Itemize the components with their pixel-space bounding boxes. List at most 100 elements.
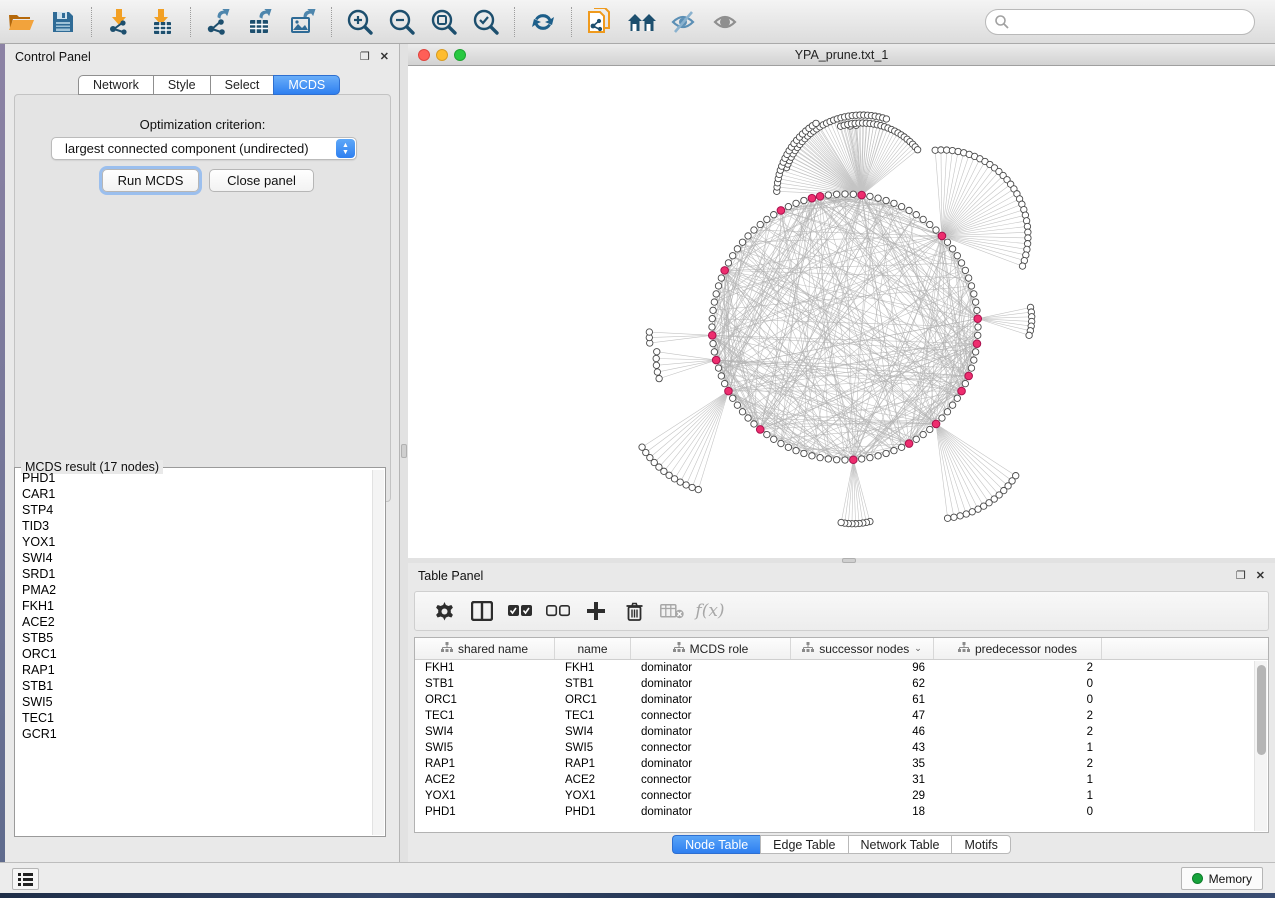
cell-successor-nodes: 61 [791,692,934,708]
window-zoom-button[interactable] [454,49,466,61]
cell-successor-nodes: 43 [791,740,934,756]
zoom-out-icon[interactable] [385,5,419,39]
table-row[interactable]: ORC1ORC1dominator610 [415,692,1268,708]
memory-label: Memory [1209,872,1252,886]
mcds-result-item[interactable]: TEC1 [16,710,372,726]
window-minimize-button[interactable] [436,49,448,61]
mcds-result-item[interactable]: STB5 [16,630,372,646]
column-header-MCDS-role[interactable]: MCDS role [631,638,791,659]
mcds-list-scrollbar[interactable] [372,470,384,835]
mcds-result-item[interactable]: TID3 [16,518,372,534]
run-mcds-button[interactable]: Run MCDS [102,169,199,192]
close-panel-button[interactable]: Close panel [209,169,314,192]
table-row[interactable]: FKH1FKH1dominator962 [415,660,1268,676]
tab-select[interactable]: Select [210,75,274,95]
mcds-result-item[interactable]: STB1 [16,678,372,694]
mcds-result-item[interactable]: GCR1 [16,726,372,742]
mcds-result-item[interactable]: FKH1 [16,598,372,614]
toolbar-separator [91,7,92,37]
table-row[interactable]: ACE2ACE2connector311 [415,772,1268,788]
window-close-button[interactable] [418,49,430,61]
tab-network-table[interactable]: Network Table [848,835,952,854]
cell-MCDS-role: dominator [631,660,791,676]
mcds-result-list[interactable]: PHD1CAR1STP4TID3YOX1SWI4SRD1PMA2FKH1ACE2… [16,470,372,835]
tab-style[interactable]: Style [153,75,210,95]
import-network-icon[interactable] [103,5,137,39]
column-header-successor-nodes[interactable]: successor nodes⌄ [791,638,934,659]
mcds-result-item[interactable]: PHD1 [16,470,372,486]
table-row[interactable]: SWI5SWI5connector431 [415,740,1268,756]
show-columns-icon[interactable] [467,596,497,626]
column-header-predecessor-nodes[interactable]: predecessor nodes [934,638,1102,659]
table-panel: Table Panel ❐ ✕ f(x) shared namename [408,563,1275,862]
new-network-from-selection-icon[interactable] [583,5,617,39]
vertical-splitter[interactable] [400,44,408,862]
network-window-titlebar[interactable]: YPA_prune.txt_1 [408,44,1275,66]
zoom-fit-icon[interactable] [427,5,461,39]
tab-motifs[interactable]: Motifs [951,835,1010,854]
select-all-icon[interactable] [505,596,535,626]
cell-predecessor-nodes: 0 [934,676,1102,692]
cell-shared-name: ORC1 [415,692,555,708]
export-image-icon[interactable] [286,5,320,39]
mcds-result-item[interactable]: SWI4 [16,550,372,566]
splitter-grip[interactable] [401,444,407,458]
optimization-criterion-select[interactable]: largest connected component (undirected)… [51,137,357,160]
table-row[interactable]: SWI4SWI4dominator462 [415,724,1268,740]
hierarchy-icon [441,642,453,656]
main-toolbar [0,0,1275,44]
add-row-icon[interactable] [581,596,611,626]
show-hidden-icon[interactable] [709,5,743,39]
cell-name: TEC1 [555,708,631,724]
zoom-selected-icon[interactable] [469,5,503,39]
cell-shared-name: PHD1 [415,804,555,820]
delete-row-icon[interactable] [619,596,649,626]
table-options-icon[interactable] [429,596,459,626]
mcds-result-item[interactable]: SRD1 [16,566,372,582]
show-all-networks-icon[interactable] [625,5,659,39]
column-header-shared-name[interactable]: shared name [415,638,555,659]
cell-predecessor-nodes: 2 [934,756,1102,772]
cell-predecessor-nodes: 2 [934,724,1102,740]
mcds-result-item[interactable]: STP4 [16,502,372,518]
mcds-result-item[interactable]: SWI5 [16,694,372,710]
column-header-name[interactable]: name [555,638,631,659]
mcds-result-item[interactable]: ORC1 [16,646,372,662]
network-graph[interactable] [408,66,1275,558]
export-network-icon[interactable] [202,5,236,39]
float-panel-icon[interactable]: ❐ [360,50,370,63]
hide-selected-icon[interactable] [667,5,701,39]
table-scrollbar[interactable] [1254,661,1267,831]
close-panel-icon[interactable]: ✕ [380,50,389,63]
table-row[interactable]: STB1STB1dominator620 [415,676,1268,692]
save-session-icon[interactable] [46,5,80,39]
tab-mcds[interactable]: MCDS [273,75,340,95]
export-table-icon[interactable] [244,5,278,39]
mcds-result-box: MCDS result (17 nodes) PHD1CAR1STP4TID3Y… [14,467,386,837]
desktop-wallpaper [0,893,1275,898]
close-panel-icon[interactable]: ✕ [1256,569,1265,582]
mcds-result-item[interactable]: CAR1 [16,486,372,502]
table-row[interactable]: TEC1TEC1connector472 [415,708,1268,724]
mcds-result-item[interactable]: PMA2 [16,582,372,598]
cell-predecessor-nodes: 1 [934,788,1102,804]
mcds-result-item[interactable]: YOX1 [16,534,372,550]
table-row[interactable]: YOX1YOX1connector291 [415,788,1268,804]
table-row[interactable]: RAP1RAP1dominator352 [415,756,1268,772]
zoom-in-icon[interactable] [343,5,377,39]
mcds-result-item[interactable]: RAP1 [16,662,372,678]
open-session-icon[interactable] [4,5,38,39]
deselect-all-icon[interactable] [543,596,573,626]
float-panel-icon[interactable]: ❐ [1236,569,1246,582]
import-table-icon[interactable] [145,5,179,39]
tab-network[interactable]: Network [78,75,153,95]
refresh-layout-icon[interactable] [526,5,560,39]
table-row[interactable]: PHD1PHD1dominator180 [415,804,1268,820]
scrollbar-thumb[interactable] [1257,665,1266,755]
search-input[interactable] [985,9,1255,35]
mcds-result-item[interactable]: ACE2 [16,614,372,630]
automation-menu-button[interactable] [12,868,39,890]
tab-edge-table[interactable]: Edge Table [760,835,847,854]
memory-button[interactable]: Memory [1181,867,1263,890]
tab-node-table[interactable]: Node Table [672,835,760,854]
